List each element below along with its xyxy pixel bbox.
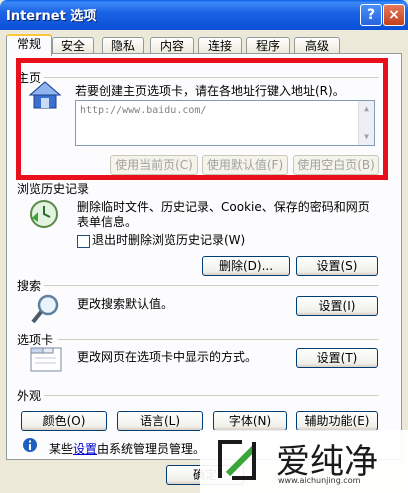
watermark: 爱纯净 www.aichunjing.com bbox=[200, 430, 408, 493]
tabs-separator bbox=[58, 339, 379, 340]
title-bar: Internet 选项 ? × bbox=[0, 0, 408, 30]
managed-settings-notice: 某些设置由系统管理员管理。 bbox=[49, 440, 205, 457]
tab-privacy[interactable]: 隐私 bbox=[102, 37, 144, 54]
delete-history-on-exit-checkbox[interactable] bbox=[77, 235, 90, 248]
history-group-label: 浏览历史记录 bbox=[17, 182, 90, 196]
tabs-description: 更改网页在选项卡中显示的方式。 bbox=[77, 350, 258, 364]
window-title: Internet 选项 bbox=[6, 9, 97, 24]
tabs-window-icon bbox=[30, 347, 62, 372]
watermark-logo bbox=[218, 440, 257, 480]
delete-button[interactable]: 删除(D)... bbox=[202, 256, 290, 276]
help-button[interactable]: ? bbox=[360, 4, 382, 26]
history-settings-button[interactable]: 设置(S) bbox=[296, 256, 378, 276]
close-button[interactable]: × bbox=[383, 4, 405, 26]
info-icon bbox=[23, 438, 37, 452]
search-group-label: 搜索 bbox=[17, 279, 42, 293]
notice-text-after: 由系统管理员管理。 bbox=[97, 442, 206, 456]
tab-general[interactable]: 常规 bbox=[6, 34, 52, 56]
languages-button[interactable]: 语言(L) bbox=[117, 411, 203, 431]
tab-programs[interactable]: 程序 bbox=[246, 37, 290, 54]
search-settings-button[interactable]: 设置(I) bbox=[296, 296, 378, 316]
magnifier-icon bbox=[31, 294, 59, 324]
accessibility-button[interactable]: 辅助功能(E) bbox=[296, 411, 378, 431]
colors-button[interactable]: 颜色(O) bbox=[21, 411, 107, 431]
notice-text-before: 某些 bbox=[49, 442, 74, 456]
appearance-group-label: 外观 bbox=[17, 389, 42, 403]
tab-content[interactable]: 内容 bbox=[150, 37, 194, 54]
tab-advanced[interactable]: 高级 bbox=[294, 37, 340, 54]
history-description-line1: 删除临时文件、历史记录、Cookie、保存的密码和网页 bbox=[77, 200, 370, 214]
history-clock-icon bbox=[30, 200, 58, 228]
settings-link[interactable]: 设置 bbox=[73, 442, 97, 456]
appearance-separator bbox=[44, 395, 379, 396]
tab-security[interactable]: 安全 bbox=[52, 37, 94, 54]
tabs-settings-button[interactable]: 设置(T) bbox=[296, 348, 378, 368]
watermark-url: www.aichunjing.com bbox=[278, 476, 361, 485]
fonts-button[interactable]: 字体(N) bbox=[213, 411, 287, 431]
history-description-line2: 表单信息。 bbox=[77, 215, 138, 229]
home-highlight-box bbox=[16, 58, 388, 180]
search-separator bbox=[44, 285, 379, 286]
search-description: 更改搜索默认值。 bbox=[77, 297, 174, 311]
tab-connections[interactable]: 连接 bbox=[198, 37, 242, 54]
delete-history-checkbox-label: 退出时删除浏览历史记录(W) bbox=[92, 233, 246, 247]
